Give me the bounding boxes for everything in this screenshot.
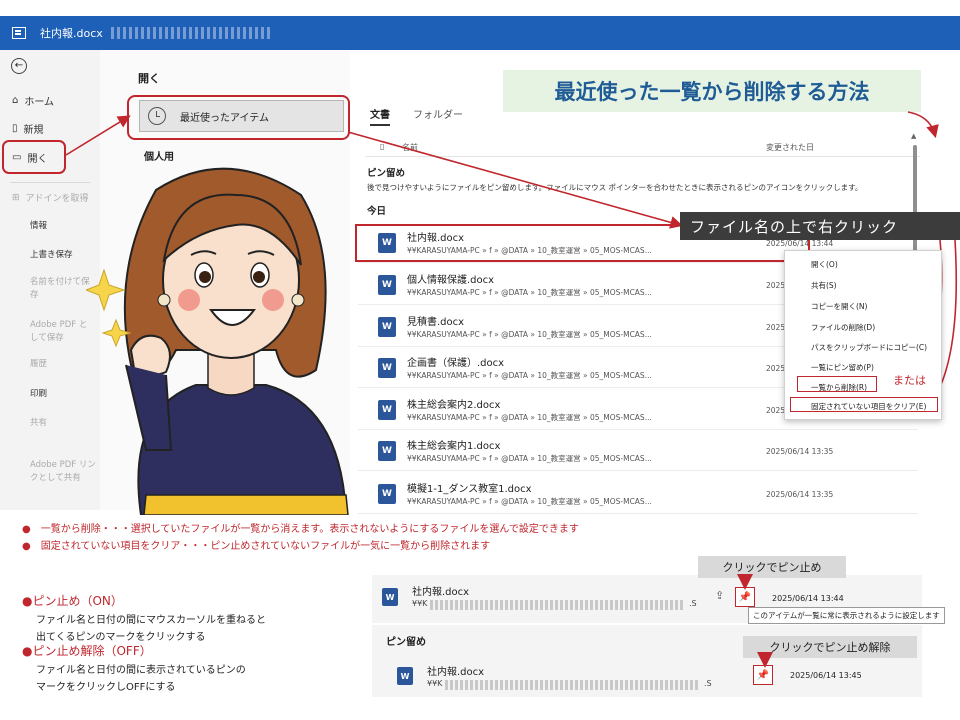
demo-pinned-path-end: .S — [704, 679, 712, 688]
nav-item-new[interactable]: ▯ 新規 — [12, 121, 44, 136]
pin-off-text-line1: ファイル名と日付の間に表示されているピンの — [36, 665, 246, 676]
pin-off-heading: ●ピン止め解除（OFF） — [22, 644, 152, 658]
file-path: ¥¥KARASUYAMA-PC » f » @DATA » 10_教室運営 » … — [407, 413, 652, 422]
menu-item-delete-file[interactable]: ファイルの削除(D) — [811, 322, 875, 333]
demo-pinned-file-date: 2025/06/14 13:45 — [790, 671, 862, 680]
recent-highlight-frame — [127, 95, 350, 140]
word-file-icon: W — [397, 667, 413, 685]
menu-item-copy-path[interactable]: パスをクリップボードにコピー(C) — [811, 342, 927, 353]
word-file-icon: W — [378, 484, 400, 504]
pin-icon[interactable]: 📌 — [735, 587, 755, 607]
click-to-pin-label: クリックでピン止め — [698, 556, 846, 578]
or-label: または — [893, 374, 926, 387]
file-name: 模擬1-1_ダンス教室1.docx — [407, 484, 532, 495]
nav-divider — [10, 182, 90, 183]
tutorial-headline: 最近使った一覧から削除する方法 — [503, 70, 921, 112]
pin-on-text-line2: 出てくるピンのマークをクリックする — [36, 632, 206, 643]
pin-on-heading: ●ピン止め（ON） — [22, 594, 123, 608]
column-header-modified[interactable]: 変更された日 — [766, 142, 814, 153]
nav-item-share[interactable]: 共有 — [30, 417, 47, 430]
word-file-icon: W — [382, 588, 398, 606]
nav-item-get-addins[interactable]: ⊞ アドインを取得 — [12, 191, 89, 205]
demo-file-path-end: .S — [689, 599, 697, 608]
blurred-path — [430, 600, 685, 610]
file-name: 見積書.docx — [407, 317, 465, 328]
file-path: ¥¥KARASUYAMA-PC » f » @DATA » 10_教室運営 » … — [407, 454, 652, 463]
file-name: 株主総会案内1.docx — [407, 441, 501, 452]
file-path: ¥¥KARASUYAMA-PC » f » @DATA » 10_教室運営 » … — [407, 497, 652, 506]
backstage-nav: ← ⌂ ホーム ▯ 新規 ▭ 開く ⊞ アドインを取得 情報 上書き保存 名前を付けて保… — [0, 50, 100, 510]
unpin-icon[interactable]: 📌 — [753, 665, 773, 685]
demo-file-name: 社内報.docx — [412, 587, 470, 598]
file-date: 2025/06/14 13:35 — [766, 447, 834, 456]
presenter-character-illustration — [86, 167, 349, 515]
explanation-remove-from-list: ● 一覧から削除・・・選択していたファイルが一覧から消えます。表示されないように… — [22, 524, 579, 535]
nav-item-save-as-pdf[interactable]: Adobe PDF として保存 — [30, 319, 94, 345]
file-name: 企画書（保護）.docx — [407, 358, 505, 369]
word-file-icon: W — [378, 400, 400, 420]
column-header-name[interactable]: 名前 — [402, 142, 418, 153]
explanation-clear-unpinned: ● 固定されていない項目をクリア・・・ピン止めされていないファイルが一気に一覧か… — [22, 541, 491, 552]
nav-item-info[interactable]: 情報 — [30, 220, 47, 233]
blurred-title-path — [110, 27, 271, 39]
share-icon[interactable]: ⇪ — [715, 589, 724, 602]
menu-item-open[interactable]: 開く(O) — [811, 259, 838, 270]
file-path: ¥¥KARASUYAMA-PC » f » @DATA » 10_教室運営 » … — [407, 330, 652, 339]
file-date: 2025/06/14 13:35 — [766, 490, 834, 499]
word-file-icon: W — [378, 317, 400, 337]
file-type-icon: ▯ — [380, 142, 385, 151]
menu-item-open-copy[interactable]: コピーを開く(N) — [811, 301, 867, 312]
pin-on-text-line1: ファイル名と日付の間にマウスカーソルを重ねると — [36, 615, 266, 626]
home-icon: ⌂ — [12, 95, 19, 106]
word-file-icon: W — [378, 441, 400, 461]
click-to-unpin-label: クリックでピン止め解除 — [743, 636, 917, 658]
remove-from-list-highlight — [797, 376, 877, 392]
pin-tooltip: このアイテムが一覧に常に表示されるように設定します — [748, 607, 945, 624]
menu-item-share[interactable]: 共有(S) — [811, 280, 837, 291]
back-arrow-icon[interactable]: ← — [11, 58, 27, 74]
title-bar: 社内報.docx — [0, 16, 960, 50]
file-name: 株主総会案内2.docx — [407, 400, 501, 411]
file-path: ¥¥KARASUYAMA-PC » f » @DATA » 10_教室運営 » … — [407, 288, 652, 297]
document-title: 社内報.docx — [40, 27, 103, 40]
nav-item-print[interactable]: 印刷 — [30, 388, 47, 401]
menu-item-pin-to-list[interactable]: 一覧にピン留め(P) — [811, 362, 874, 373]
nav-item-save[interactable]: 上書き保存 — [30, 249, 73, 262]
pin-off-text-line2: マークをクリックしOFFにする — [36, 682, 176, 693]
demo-pinned-path-start: ¥¥K — [427, 679, 443, 688]
demo-pinned-file-name: 社内報.docx — [427, 667, 485, 678]
word-app-icon — [12, 27, 26, 39]
addins-icon: ⊞ — [12, 192, 20, 203]
tab-folders[interactable]: フォルダー — [413, 106, 463, 121]
nav-item-save-as[interactable]: 名前を付けて保存 — [30, 276, 92, 302]
clear-unpinned-highlight — [790, 397, 938, 412]
nav-item-history[interactable]: 履歴 — [30, 358, 47, 371]
header-divider — [365, 156, 920, 157]
file-path: ¥¥KARASUYAMA-PC » f » @DATA » 10_教室運営 » … — [407, 371, 652, 380]
pinned-description: 後で見つけやすいようにファイルをピン留めします。ファイルにマウス ポインターを合… — [367, 183, 863, 192]
demo-file-date: 2025/06/14 13:44 — [772, 594, 844, 603]
nav-item-home[interactable]: ⌂ ホーム — [12, 93, 54, 108]
word-file-icon: W — [378, 358, 400, 378]
word-file-icon: W — [378, 275, 400, 295]
file-name: 個人情報保護.docx — [407, 275, 495, 286]
open-heading: 開く — [138, 72, 160, 85]
blurred-path — [445, 680, 700, 690]
right-click-callout: ファイル名の上で右クリック — [680, 212, 960, 240]
tab-documents[interactable]: 文書 — [370, 106, 390, 126]
file-row[interactable]: W 株主総会案内1.docx ¥¥KARASUYAMA-PC » f » @DA… — [358, 431, 918, 471]
demo-file-path-start: ¥¥K — [412, 599, 428, 608]
scroll-up-arrow-icon[interactable]: ▲ — [911, 132, 916, 140]
new-document-icon: ▯ — [12, 123, 18, 134]
open-highlight-frame — [2, 140, 66, 174]
context-menu: 開く(O) 共有(S) コピーを開く(N) ファイルの削除(D) パスをクリップ… — [784, 250, 942, 420]
demo-pinned-title: ピン留め — [386, 637, 426, 648]
file-row[interactable]: W 模擬1-1_ダンス教室1.docx ¥¥KARASUYAMA-PC » f … — [358, 474, 918, 514]
